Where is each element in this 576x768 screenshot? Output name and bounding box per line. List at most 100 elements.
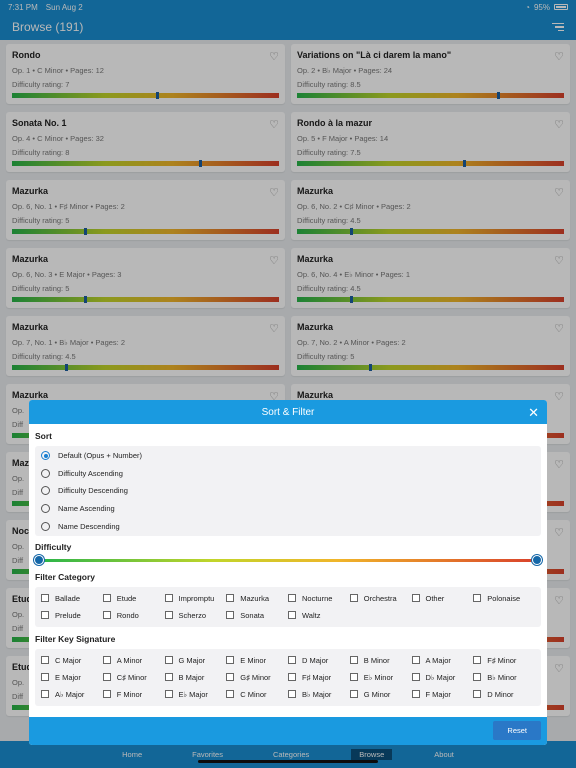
key-checkbox[interactable]: B Major	[164, 669, 227, 686]
checkbox[interactable]	[349, 690, 358, 699]
key-checkbox[interactable]: F Minor	[102, 686, 165, 703]
checkbox[interactable]	[41, 673, 49, 682]
checkbox[interactable]	[411, 594, 420, 603]
checkbox[interactable]	[226, 594, 235, 603]
checkbox[interactable]	[349, 656, 358, 665]
category-checkboxes: Ballade Etude Impromptu Mazurka Nocturne Orch…	[35, 587, 541, 627]
key-checkbox[interactable]: D Major	[288, 652, 350, 669]
checkbox[interactable]	[164, 611, 173, 620]
difficulty-slider[interactable]	[34, 554, 542, 568]
radio-button[interactable]	[41, 468, 50, 478]
key-checkbox-label: F♯ Minor	[487, 655, 517, 665]
checkbox[interactable]	[164, 594, 173, 603]
checkbox[interactable]	[288, 594, 296, 603]
checkbox[interactable]	[226, 611, 235, 620]
category-checkbox[interactable]: Prelude	[41, 607, 103, 624]
checkbox[interactable]	[164, 673, 173, 682]
checkbox[interactable]	[411, 673, 420, 682]
checkbox[interactable]	[164, 656, 173, 665]
category-checkbox-label: Waltz	[302, 610, 321, 620]
checkbox[interactable]	[102, 673, 111, 682]
category-checkbox[interactable]: Ballade	[41, 590, 103, 607]
checkbox[interactable]	[226, 656, 235, 665]
checkbox[interactable]	[288, 690, 296, 699]
key-checkbox[interactable]: A Major	[411, 652, 474, 669]
key-checkbox[interactable]: G♯ Minor	[226, 669, 288, 686]
difficulty-min-handle[interactable]	[34, 554, 44, 565]
radio-button[interactable]	[41, 504, 50, 514]
close-icon[interactable]: ✕	[528, 405, 539, 421]
category-checkbox-label: Orchestra	[363, 593, 397, 603]
key-checkbox-label: D Major	[302, 655, 329, 665]
key-checkbox[interactable]: E♭ Major	[164, 686, 227, 703]
checkbox[interactable]	[411, 656, 420, 665]
key-checkbox-label: G Minor	[363, 689, 391, 699]
key-checkbox[interactable]: F Major	[411, 686, 474, 703]
category-checkbox[interactable]: Rondo	[102, 607, 165, 624]
checkbox[interactable]	[473, 594, 482, 603]
radio-button[interactable]	[41, 486, 50, 496]
checkbox[interactable]	[102, 611, 111, 620]
key-checkbox[interactable]: E Minor	[226, 652, 288, 669]
key-checkbox[interactable]: C♯ Minor	[102, 669, 165, 686]
checkbox[interactable]	[288, 656, 296, 665]
key-checkbox[interactable]: F♯ Major	[288, 669, 350, 686]
checkbox[interactable]	[226, 690, 235, 699]
key-checkbox[interactable]: G Minor	[349, 686, 412, 703]
key-checkbox[interactable]: E♭ Minor	[349, 669, 412, 686]
category-checkbox-label: Mazurka	[240, 593, 270, 603]
difficulty-max-handle[interactable]	[532, 554, 542, 565]
key-checkbox[interactable]: C Major	[41, 652, 103, 669]
key-checkbox[interactable]: E Major	[41, 669, 103, 686]
sort-option[interactable]: Difficulty Descending	[35, 482, 541, 500]
key-checkboxes: C Major A Minor G Major E Minor D Major B Min…	[35, 649, 541, 706]
category-checkbox[interactable]: Waltz	[288, 607, 350, 624]
key-checkbox[interactable]: C Minor	[226, 686, 288, 703]
checkbox[interactable]	[288, 611, 296, 620]
category-checkbox[interactable]: Impromptu	[164, 590, 227, 607]
sort-option[interactable]: Name Descending	[35, 517, 541, 535]
sort-option[interactable]: Default (Opus + Number)	[35, 447, 541, 465]
reset-button[interactable]: Reset	[493, 721, 541, 740]
category-checkbox[interactable]: Sonata	[226, 607, 288, 624]
key-checkbox[interactable]: D♭ Major	[411, 669, 474, 686]
checkbox[interactable]	[102, 594, 111, 603]
checkbox[interactable]	[349, 594, 358, 603]
checkbox[interactable]	[41, 656, 49, 665]
category-checkbox[interactable]: Mazurka	[226, 590, 288, 607]
key-checkbox[interactable]: B Minor	[349, 652, 412, 669]
key-checkbox[interactable]: A♭ Major	[41, 686, 103, 703]
radio-button[interactable]	[41, 521, 50, 531]
difficulty-track	[39, 558, 537, 562]
category-checkbox[interactable]: Etude	[102, 590, 165, 607]
checkbox[interactable]	[473, 673, 482, 682]
key-checkbox[interactable]: D Minor	[473, 686, 535, 703]
checkbox[interactable]	[349, 673, 358, 682]
category-checkbox[interactable]: Nocturne	[288, 590, 350, 607]
category-checkbox[interactable]: Scherzo	[164, 607, 227, 624]
checkbox[interactable]	[226, 673, 235, 682]
checkbox[interactable]	[102, 656, 111, 665]
category-checkbox[interactable]: Polonaise	[473, 590, 535, 607]
checkbox[interactable]	[102, 690, 111, 699]
category-checkbox[interactable]: Orchestra	[349, 590, 412, 607]
checkbox[interactable]	[41, 690, 49, 699]
checkbox[interactable]	[288, 673, 296, 682]
key-checkbox-label: A♭ Major	[55, 689, 85, 699]
checkbox[interactable]	[411, 690, 420, 699]
radio-button[interactable]	[41, 451, 50, 461]
key-checkbox[interactable]: G Major	[164, 652, 227, 669]
key-checkbox[interactable]: A Minor	[102, 652, 165, 669]
key-checkbox[interactable]: F♯ Minor	[473, 652, 535, 669]
category-checkbox[interactable]: Other	[411, 590, 474, 607]
checkbox[interactable]	[164, 690, 173, 699]
checkbox[interactable]	[473, 690, 482, 699]
checkbox[interactable]	[473, 656, 482, 665]
checkbox[interactable]	[41, 594, 49, 603]
checkbox[interactable]	[41, 611, 49, 620]
key-checkbox[interactable]: B♭ Major	[288, 686, 350, 703]
modal-footer: Reset	[29, 717, 547, 745]
sort-option[interactable]: Name Ascending	[35, 500, 541, 518]
key-checkbox[interactable]: B♭ Minor	[473, 669, 535, 686]
sort-option[interactable]: Difficulty Ascending	[35, 465, 541, 483]
